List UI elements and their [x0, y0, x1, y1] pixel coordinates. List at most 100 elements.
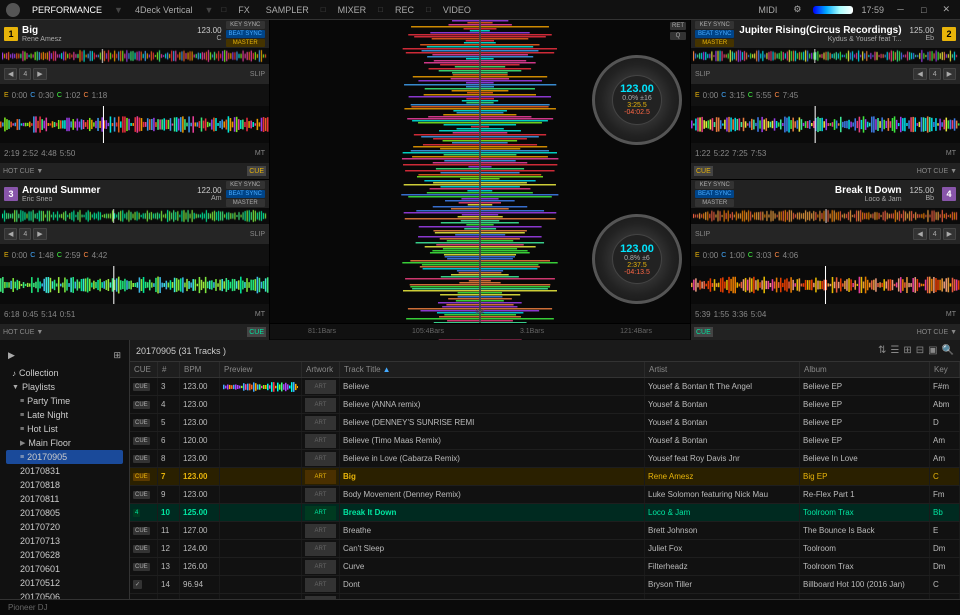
- deck-1-controls[interactable]: ◀ 4 ▶ SLIP: [0, 64, 269, 84]
- deck-2-waveform[interactable]: [691, 106, 960, 143]
- table-row[interactable]: CUE 12 124.00 ART Can't Sleep Juliet Fox…: [130, 540, 960, 558]
- sidebar-item-20170601[interactable]: 20170601: [6, 562, 123, 576]
- table-row[interactable]: CUE 3 123.00 ART Believe Yousef & Bontan…: [130, 378, 960, 396]
- sidebar-item-collection[interactable]: ♪ Collection: [6, 366, 123, 380]
- tracks-scroll[interactable]: CUE 3 123.00 ART Believe Yousef & Bontan…: [130, 378, 960, 599]
- deck-2-num-select[interactable]: 4: [929, 68, 941, 80]
- sidebar-item-20170831[interactable]: 20170831: [6, 464, 123, 478]
- sidebar-item-late-night[interactable]: ≡ Late Night: [6, 408, 123, 422]
- deck-2-master-button[interactable]: MASTER: [695, 39, 734, 47]
- deck-4-master-button[interactable]: MASTER: [695, 199, 734, 207]
- settings-icon[interactable]: ⚙: [789, 4, 805, 15]
- deck-4-key-sync-button[interactable]: KEY SYNC: [695, 181, 734, 189]
- deck-2-cue-button[interactable]: CUE: [694, 166, 713, 176]
- col-cue[interactable]: CUE: [130, 362, 158, 377]
- table-row[interactable]: CUE 6 120.00 ART Believe (Timo Maas Remi…: [130, 432, 960, 450]
- minimize-button[interactable]: －: [892, 3, 909, 16]
- deck-2-next-button[interactable]: ▶: [943, 68, 956, 80]
- sidebar-view-icon[interactable]: ⊞: [113, 350, 121, 361]
- col-num[interactable]: #: [158, 362, 180, 377]
- deck-4-next-button[interactable]: ▶: [943, 228, 956, 240]
- sidebar-item-20170905[interactable]: ≡ 20170905: [6, 450, 123, 464]
- sort-icon[interactable]: ⇅: [878, 345, 886, 356]
- grid-view-icon[interactable]: ⊞: [903, 345, 911, 356]
- sampler-label[interactable]: SAMPLER: [262, 5, 313, 15]
- deck-1-key-sync-button[interactable]: KEY SYNC: [226, 21, 265, 29]
- deck-1-jog-wheel[interactable]: 123.00 0.0% ±16 3:25.5 -04:02.5: [592, 55, 682, 145]
- table-row[interactable]: CUE 11 127.00 ART Breathe Brett Johnson …: [130, 522, 960, 540]
- sidebar-item-20170506[interactable]: 20170506: [6, 590, 123, 599]
- app-logo[interactable]: [6, 3, 20, 17]
- col-artwork[interactable]: Artwork: [302, 362, 340, 377]
- maximize-button[interactable]: □: [917, 5, 930, 15]
- search-icon[interactable]: 🔍: [942, 345, 954, 356]
- deck-3-cue-button[interactable]: CUE: [247, 327, 266, 337]
- close-button[interactable]: ✕: [938, 4, 954, 15]
- deck-2-key-sync-button[interactable]: KEY SYNC: [695, 21, 734, 29]
- table-row[interactable]: CUE 13 126.00 ART Curve Filterheadz Tool…: [130, 558, 960, 576]
- rec-label[interactable]: REC: [391, 5, 418, 15]
- col-album[interactable]: Album: [800, 362, 930, 377]
- col-preview[interactable]: Preview: [220, 362, 302, 377]
- sidebar-item-20170713[interactable]: 20170713: [6, 534, 123, 548]
- col-bpm[interactable]: BPM: [180, 362, 220, 377]
- table-row[interactable]: CUE 7 123.00 ART Big Rene Amesz Big EP C: [130, 468, 960, 486]
- deck-1-waveform[interactable]: [0, 106, 269, 143]
- deck-4-beat-sync-button[interactable]: BEAT SYNC: [695, 190, 734, 198]
- deck-4-cue-button[interactable]: CUE: [694, 327, 713, 337]
- deck-1-prev-button[interactable]: ◀: [4, 68, 17, 80]
- fx-label[interactable]: FX: [234, 5, 254, 15]
- deck-3-num-select[interactable]: 4: [19, 228, 31, 240]
- sidebar-expand-icon[interactable]: ▶: [8, 350, 15, 361]
- sidebar-item-20170720[interactable]: 20170720: [6, 520, 123, 534]
- deck-4-waveform[interactable]: [691, 266, 960, 304]
- video-label[interactable]: VIDEO: [439, 5, 475, 15]
- deck-4-num-select[interactable]: 4: [929, 228, 941, 240]
- sidebar-item-20170512[interactable]: 20170512: [6, 576, 123, 590]
- deck-3-beat-sync-button[interactable]: BEAT SYNC: [226, 190, 265, 198]
- deck-3-next-button[interactable]: ▶: [33, 228, 46, 240]
- deck-2-controls[interactable]: SLIP ◀ 4 ▶: [691, 64, 960, 84]
- table-row[interactable]: CUE 9 123.00 ART Body Movement (Denney R…: [130, 486, 960, 504]
- deck-1-beat-sync-button[interactable]: BEAT SYNC: [226, 30, 265, 38]
- ret-button[interactable]: RET: [670, 22, 686, 30]
- sidebar-item-20170818[interactable]: 20170818: [6, 478, 123, 492]
- deck-1-next-button[interactable]: ▶: [33, 68, 46, 80]
- table-row[interactable]: 4 10 125.00 ART Break It Down Loco & Jam…: [130, 504, 960, 522]
- sidebar-item-main-floor[interactable]: ▶ Main Floor: [6, 436, 123, 450]
- deck-3-master-button[interactable]: MASTER: [226, 199, 265, 207]
- col-title[interactable]: Track Title ▲: [340, 362, 645, 377]
- sidebar-item-playlists[interactable]: ▼ Playlists: [6, 380, 123, 394]
- table-row[interactable]: CUE 15 124.00 ART Epiphany Vip (feat. Ta…: [130, 594, 960, 599]
- deck-1-cue-button[interactable]: CUE: [247, 166, 266, 176]
- q-button[interactable]: Q: [670, 32, 686, 40]
- table-row[interactable]: CUE 5 123.00 ART Believe (DENNEY'S SUNRI…: [130, 414, 960, 432]
- col-artist[interactable]: Artist: [645, 362, 800, 377]
- deck-4-controls[interactable]: SLIP ◀ 4 ▶: [691, 224, 960, 244]
- deck-1-num-select[interactable]: 4: [19, 68, 31, 80]
- table-row[interactable]: CUE 8 123.00 ART Believe in Love (Cabarz…: [130, 450, 960, 468]
- deck-3-key-sync-button[interactable]: KEY SYNC: [226, 181, 265, 189]
- sidebar-item-20170811[interactable]: 20170811: [6, 492, 123, 506]
- deck-4-prev-button[interactable]: ◀: [913, 228, 926, 240]
- deck-2-prev-button[interactable]: ◀: [913, 68, 926, 80]
- sidebar-item-20170628[interactable]: 20170628: [6, 548, 123, 562]
- col-key[interactable]: Key: [930, 362, 960, 377]
- sidebar-item-20170805[interactable]: 20170805: [6, 506, 123, 520]
- midi-label[interactable]: MIDI: [754, 5, 781, 15]
- table-row[interactable]: CUE 4 123.00 ART Believe (ANNA remix) Yo…: [130, 396, 960, 414]
- deck-3-controls[interactable]: ◀ 4 ▶ SLIP: [0, 224, 269, 244]
- list-view-icon[interactable]: ☰: [890, 345, 899, 356]
- deck-3-jog-wheel[interactable]: 123.00 0.8% ±6 2:37.5 -04:13.5: [592, 214, 682, 304]
- table-row[interactable]: ✓ 14 96.94 ART Dont Bryson Tiller Billbo…: [130, 576, 960, 594]
- deck-3-prev-button[interactable]: ◀: [4, 228, 17, 240]
- layout-label[interactable]: 4Deck Vertical: [131, 5, 197, 15]
- mixer-label[interactable]: MIXER: [334, 5, 371, 15]
- deck-1-master-button[interactable]: MASTER: [226, 39, 265, 47]
- artwork-icon[interactable]: ▣: [928, 345, 937, 356]
- sidebar-item-party-time[interactable]: ≡ Party Time: [6, 394, 123, 408]
- deck-2-beat-sync-button[interactable]: BEAT SYNC: [695, 30, 734, 38]
- deck-3-waveform[interactable]: [0, 266, 269, 304]
- sidebar-item-hot-list[interactable]: ≡ Hot List: [6, 422, 123, 436]
- performance-label[interactable]: PERFORMANCE: [28, 5, 106, 15]
